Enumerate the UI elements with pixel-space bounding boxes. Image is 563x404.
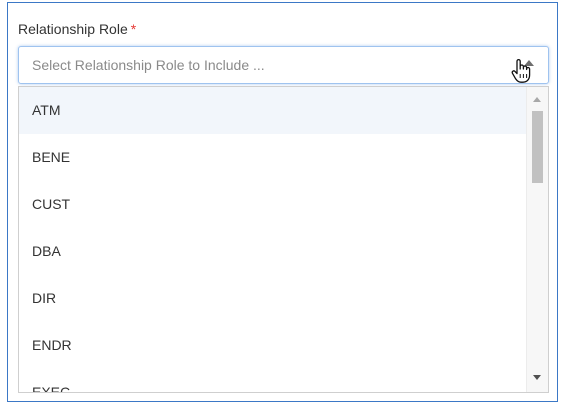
scrollbar-thumb[interactable] [532, 111, 543, 183]
hand-pointer-icon [511, 59, 531, 83]
option-exec[interactable]: EXEC [19, 369, 526, 392]
relationship-role-select[interactable]: Select Relationship Role to Include ... [18, 46, 549, 84]
option-bene[interactable]: BENE [19, 134, 526, 181]
options-list: ATM BENE CUST DBA DIR ENDR EXEC [19, 87, 526, 392]
required-asterisk: * [130, 21, 137, 37]
scroll-down-arrow-icon[interactable] [533, 375, 541, 380]
select-placeholder: Select Relationship Role to Include ... [32, 57, 265, 73]
dropdown-scrollbar[interactable] [526, 87, 548, 392]
option-dir[interactable]: DIR [19, 275, 526, 322]
relationship-role-label-text: Relationship Role [18, 21, 128, 37]
option-atm[interactable]: ATM [19, 87, 526, 134]
scroll-up-arrow-icon[interactable] [533, 97, 541, 102]
role-options-dropdown: ATM BENE CUST DBA DIR ENDR EXEC [18, 86, 549, 393]
option-endr[interactable]: ENDR [19, 322, 526, 369]
option-cust[interactable]: CUST [19, 181, 526, 228]
relationship-role-label: Relationship Role * [18, 21, 136, 37]
option-dba[interactable]: DBA [19, 228, 526, 275]
